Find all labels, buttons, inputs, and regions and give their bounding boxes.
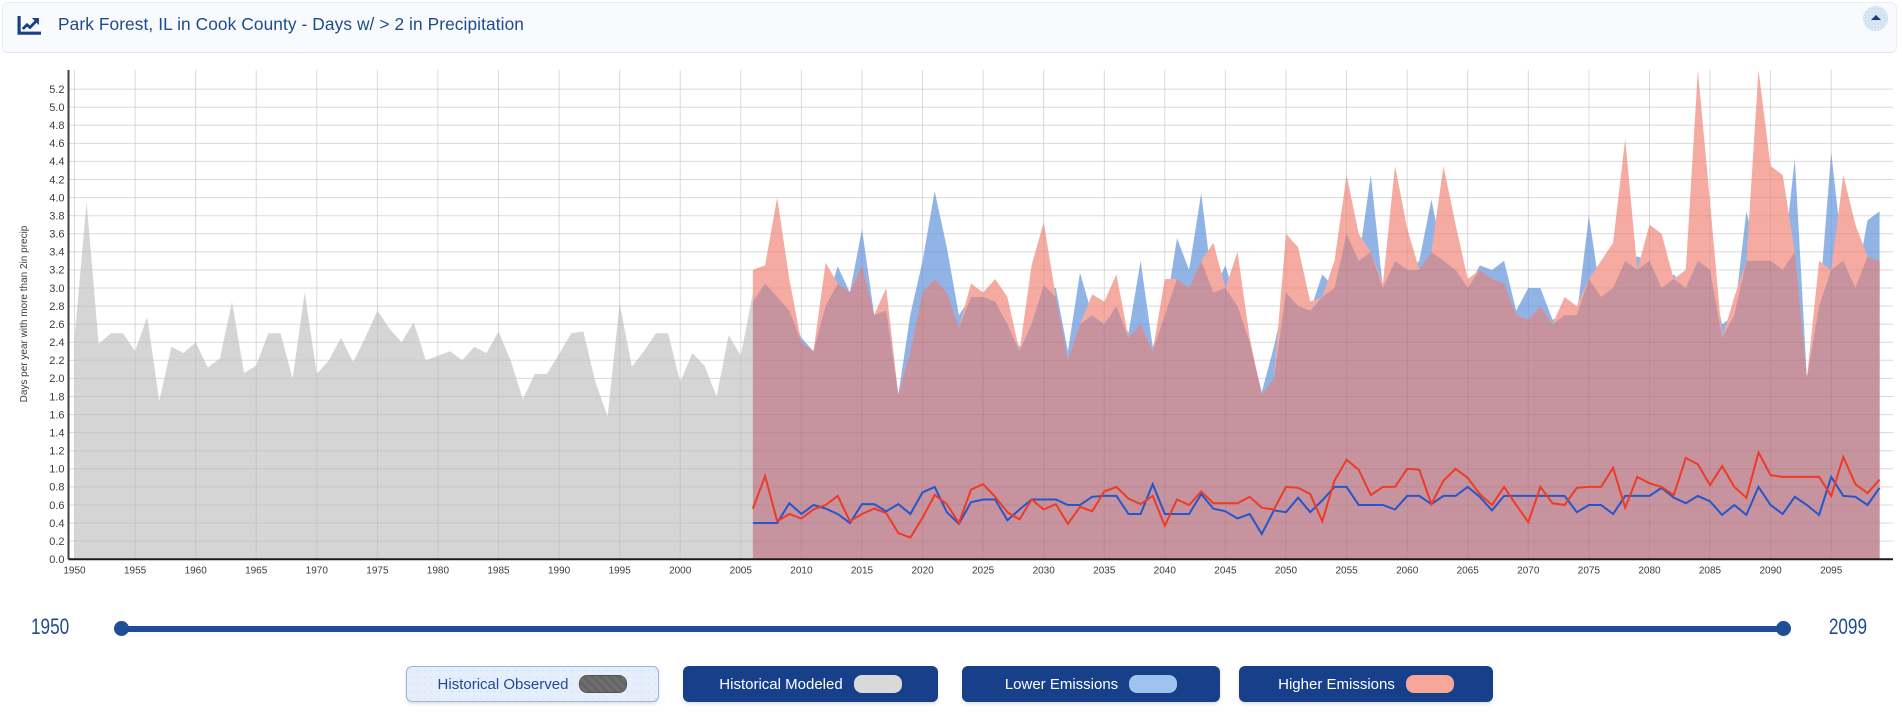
svg-text:1995: 1995 [609,566,632,577]
svg-text:1985: 1985 [487,566,510,577]
svg-text:0.2: 0.2 [49,536,64,548]
svg-text:4.2: 4.2 [49,174,64,186]
svg-text:Days per year with more than 2: Days per year with more than 2in precip [19,225,30,402]
svg-text:4.0: 4.0 [49,192,64,204]
svg-text:2080: 2080 [1638,566,1661,577]
svg-text:2.2: 2.2 [49,355,64,367]
svg-text:2075: 2075 [1578,566,1601,577]
svg-text:2070: 2070 [1517,566,1540,577]
svg-text:5.0: 5.0 [49,102,64,114]
svg-text:1955: 1955 [124,566,147,577]
svg-text:3.0: 3.0 [49,283,64,295]
svg-text:0.8: 0.8 [49,482,64,494]
svg-text:1950: 1950 [63,566,86,577]
svg-text:2030: 2030 [1033,566,1056,577]
svg-text:2090: 2090 [1759,566,1782,577]
svg-text:4.4: 4.4 [49,156,64,168]
svg-text:1990: 1990 [548,566,571,577]
svg-text:1970: 1970 [306,566,329,577]
svg-text:2005: 2005 [730,566,753,577]
svg-text:2.6: 2.6 [49,319,64,331]
svg-text:3.2: 3.2 [49,265,64,277]
svg-text:2000: 2000 [669,566,692,577]
svg-text:3.8: 3.8 [49,211,64,223]
svg-text:2025: 2025 [972,566,995,577]
svg-text:2045: 2045 [1214,566,1237,577]
svg-text:2060: 2060 [1396,566,1419,577]
svg-text:1.2: 1.2 [49,446,64,458]
svg-text:2095: 2095 [1820,566,1843,577]
svg-text:2035: 2035 [1093,566,1116,577]
svg-text:0.6: 0.6 [49,500,64,512]
svg-text:2055: 2055 [1335,566,1358,577]
svg-text:2015: 2015 [851,566,874,577]
svg-text:5.2: 5.2 [49,84,64,96]
svg-text:1.6: 1.6 [49,409,64,421]
svg-text:1960: 1960 [185,566,208,577]
svg-text:3.6: 3.6 [49,229,64,241]
svg-text:2040: 2040 [1154,566,1177,577]
svg-text:2.4: 2.4 [49,337,64,349]
svg-text:1975: 1975 [366,566,389,577]
svg-text:4.6: 4.6 [49,138,64,150]
svg-text:2085: 2085 [1699,566,1722,577]
svg-text:3.4: 3.4 [49,247,64,259]
svg-text:1.0: 1.0 [49,464,64,476]
svg-text:2.0: 2.0 [49,373,64,385]
svg-text:1965: 1965 [245,566,268,577]
svg-text:4.8: 4.8 [49,120,64,132]
svg-text:2010: 2010 [790,566,813,577]
svg-text:0.4: 0.4 [49,518,64,530]
svg-text:1.4: 1.4 [49,427,64,439]
svg-text:2065: 2065 [1457,566,1480,577]
svg-text:2.8: 2.8 [49,301,64,313]
svg-text:1980: 1980 [427,566,450,577]
svg-text:1.8: 1.8 [49,391,64,403]
svg-text:2050: 2050 [1275,566,1298,577]
svg-text:2020: 2020 [911,566,934,577]
svg-text:0.0: 0.0 [49,554,64,566]
